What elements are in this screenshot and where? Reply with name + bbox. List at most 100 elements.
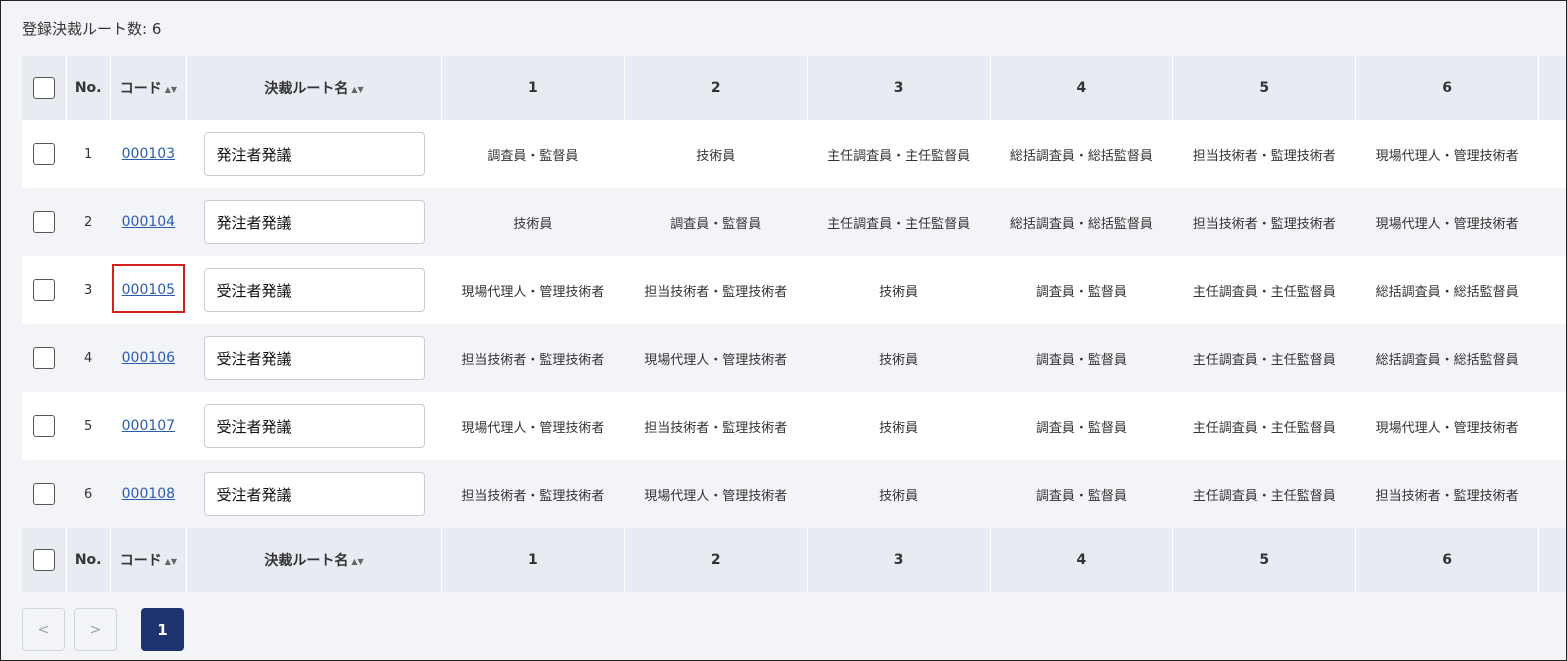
footer-header-step-7: 7 bbox=[1538, 528, 1566, 592]
sort-icon[interactable]: ▲▼ bbox=[165, 85, 177, 94]
footer-header-step-5: 5 bbox=[1172, 528, 1357, 592]
row-step-6: 担当技術者・監理技術者 bbox=[1375, 488, 1519, 504]
row-step-2: 現場代理人・管理技術者 bbox=[644, 352, 788, 368]
row-code-cell: 000106 bbox=[110, 324, 186, 392]
footer-header-step-4: 4 bbox=[990, 528, 1174, 592]
table-row: 5 000107 現場代理人・管理技術者 担当技術者・監理技術者 技術員 調査員・監督員 主… bbox=[22, 392, 1566, 460]
row-step-6: 現場代理人・管理技術者 bbox=[1375, 216, 1519, 232]
row-step-3: 技術員 bbox=[879, 284, 919, 300]
table-row: 4 000106 担当技術者・監理技術者 現場代理人・管理技術者 技術員 調査員・監督員 主… bbox=[22, 324, 1566, 392]
footer-header-step-3: 3 bbox=[807, 528, 991, 592]
row-route-name-cell bbox=[187, 188, 442, 256]
row-step-7 bbox=[1539, 324, 1566, 392]
row-step-6: 総括調査員・総括監督員 bbox=[1375, 352, 1519, 368]
route-list-panel: 登録決裁ルート数: 6 No.コード▲▼決裁ルート名▲▼1234567 1000… bbox=[0, 0, 1567, 661]
row-step-3: 技術員 bbox=[879, 488, 919, 504]
table-body: 1000103調査員・監督員技術員主任調査員・主任監督員総括調査員・総括監督員担… bbox=[22, 120, 1566, 528]
header-code[interactable]: コード ▲▼ bbox=[110, 56, 188, 120]
row-checkbox[interactable] bbox=[33, 143, 56, 165]
footer-header-step-6: 6 bbox=[1355, 528, 1540, 592]
code-header-label: コード bbox=[119, 553, 162, 569]
route-name-input[interactable] bbox=[203, 200, 425, 244]
route-code-link[interactable]: 000108 bbox=[122, 486, 175, 502]
page-1-button[interactable]: 1 bbox=[141, 608, 184, 651]
table-footer-header: No.コード▲▼決裁ルート名▲▼1234567 bbox=[22, 528, 1566, 592]
footer-header-no: No. bbox=[66, 528, 111, 592]
row-code-cell: 000103 bbox=[110, 120, 186, 188]
row-select-cell bbox=[22, 120, 66, 188]
row-step-7 bbox=[1539, 120, 1566, 188]
row-route-name-cell bbox=[187, 392, 442, 460]
sort-icon[interactable]: ▲▼ bbox=[351, 557, 363, 566]
row-step-7 bbox=[1539, 188, 1566, 256]
route-name-input[interactable] bbox=[203, 132, 425, 176]
row-step-5: 主任調査員・主任監督員 bbox=[1192, 284, 1336, 300]
row-step-3: 技術員 bbox=[879, 352, 919, 368]
row-checkbox[interactable] bbox=[33, 483, 56, 505]
row-step-2: 調査員・監督員 bbox=[670, 216, 762, 232]
header-step-1: 1 bbox=[441, 56, 625, 120]
footer-header-route-name[interactable]: 決裁ルート名 ▲▼ bbox=[186, 528, 442, 592]
row-step-6: 現場代理人・管理技術者 bbox=[1375, 148, 1519, 164]
table-row: 3 000105 現場代理人・管理技術者 担当技術者・監理技術者 技術員 調査員・監督員 主… bbox=[22, 256, 1566, 324]
footer-header-step-1: 1 bbox=[441, 528, 625, 592]
route-name-input[interactable] bbox=[203, 404, 425, 448]
route-name-input[interactable] bbox=[203, 268, 425, 312]
row-step-5: 主任調査員・主任監督員 bbox=[1192, 352, 1336, 368]
row-select-cell bbox=[22, 392, 66, 460]
row-no: 6 bbox=[84, 486, 93, 502]
row-select-cell bbox=[22, 324, 66, 392]
header-step-3: 3 bbox=[807, 56, 991, 120]
row-step-4: 調査員・監督員 bbox=[1035, 284, 1127, 300]
row-step-2: 技術員 bbox=[696, 148, 736, 164]
header-step-2: 2 bbox=[624, 56, 808, 120]
prev-page-button[interactable]: < bbox=[22, 608, 65, 651]
row-step-1: 担当技術者・監理技術者 bbox=[461, 488, 605, 504]
header-route-name[interactable]: 決裁ルート名 ▲▼ bbox=[186, 56, 442, 120]
footer-header-select-all-cell bbox=[22, 528, 67, 592]
route-name-input[interactable] bbox=[203, 472, 425, 516]
route-name-header-label: 決裁ルート名 bbox=[264, 81, 349, 97]
row-checkbox[interactable] bbox=[33, 415, 56, 437]
row-select-cell bbox=[22, 188, 66, 256]
row-no: 3 bbox=[84, 282, 93, 298]
footer-header-step-2: 2 bbox=[624, 528, 808, 592]
row-code-cell: 000105 bbox=[110, 256, 186, 324]
row-step-2: 担当技術者・監理技術者 bbox=[644, 284, 788, 300]
select-all-checkbox[interactable] bbox=[32, 77, 55, 99]
route-code-link[interactable]: 000103 bbox=[122, 146, 175, 162]
highlight-box bbox=[112, 264, 186, 313]
route-code-link[interactable]: 000104 bbox=[122, 214, 175, 230]
header-step-6: 6 bbox=[1355, 56, 1540, 120]
route-name-input[interactable] bbox=[203, 336, 425, 380]
row-no: 1 bbox=[84, 146, 93, 162]
row-step-1: 技術員 bbox=[513, 216, 553, 232]
route-code-link[interactable]: 000106 bbox=[122, 350, 175, 366]
row-checkbox[interactable] bbox=[33, 279, 56, 301]
table-header: No.コード▲▼決裁ルート名▲▼1234567 bbox=[22, 56, 1566, 120]
footer-header-code[interactable]: コード ▲▼ bbox=[110, 528, 188, 592]
row-step-2: 担当技術者・監理技術者 bbox=[644, 420, 788, 436]
row-step-4: 総括調査員・総括監督員 bbox=[1009, 216, 1153, 232]
row-step-2: 現場代理人・管理技術者 bbox=[644, 488, 788, 504]
row-step-3: 主任調査員・主任監督員 bbox=[827, 216, 971, 232]
route-code-link[interactable]: 000107 bbox=[122, 418, 175, 434]
select-all-checkbox[interactable] bbox=[32, 549, 55, 571]
row-checkbox[interactable] bbox=[33, 211, 56, 233]
row-select-cell bbox=[22, 256, 66, 324]
row-step-5: 主任調査員・主任監督員 bbox=[1192, 420, 1336, 436]
code-header-label: コード bbox=[119, 81, 162, 97]
row-step-4: 総括調査員・総括監督員 bbox=[1009, 148, 1153, 164]
header-no: No. bbox=[66, 56, 111, 120]
table-row: 2 000104 技術員 調査員・監督員 主任調査員・主任監督員 総括調査員・総括監督員 担… bbox=[22, 188, 1566, 256]
row-select-cell bbox=[22, 460, 66, 528]
next-page-button[interactable]: > bbox=[74, 608, 117, 651]
row-code-cell: 000107 bbox=[110, 392, 186, 460]
row-checkbox[interactable] bbox=[33, 347, 56, 369]
row-route-name-cell bbox=[187, 324, 442, 392]
row-step-4: 調査員・監督員 bbox=[1035, 352, 1127, 368]
sort-icon[interactable]: ▲▼ bbox=[165, 557, 177, 566]
sort-icon[interactable]: ▲▼ bbox=[351, 85, 363, 94]
route-count-label: 登録決裁ルート数: bbox=[22, 20, 148, 38]
row-step-3: 技術員 bbox=[879, 420, 919, 436]
